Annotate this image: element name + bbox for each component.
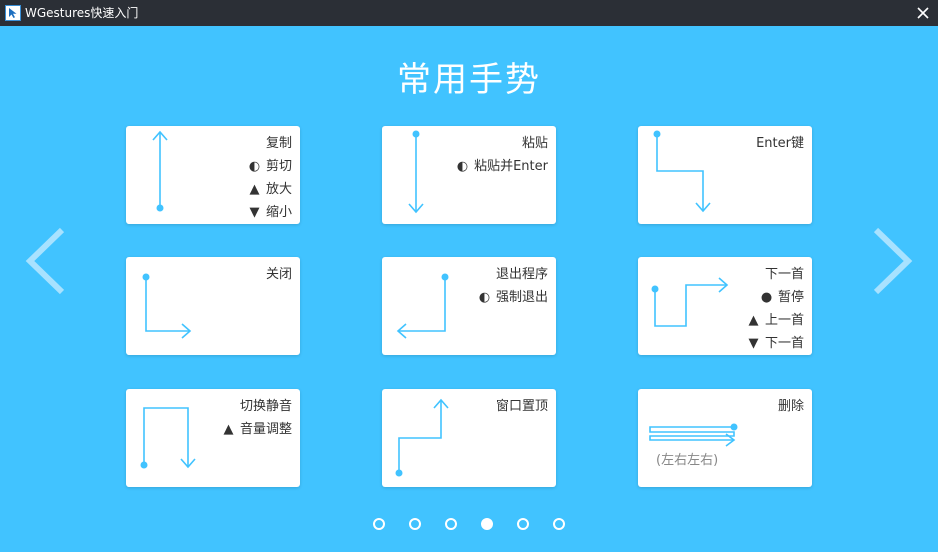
filled-circle-icon: ● xyxy=(760,290,773,305)
gesture-card-delete[interactable]: 删除 (左右左右) xyxy=(638,389,812,487)
label-line: ▲ 放大 xyxy=(247,178,292,201)
gesture-labels: 复制 ◐ 剪切 ▲ 放大 ▼ 缩小 xyxy=(247,132,292,224)
label-line: 关闭 xyxy=(265,267,292,282)
gesture-card-enter[interactable]: Enter键 xyxy=(638,126,812,224)
half-circle-icon: ◐ xyxy=(478,290,491,305)
label-line: ▲ 上一首 xyxy=(746,309,804,332)
page-dot-6[interactable] xyxy=(553,518,565,530)
label-line: 删除 xyxy=(777,399,804,414)
triangle-down-icon: ▼ xyxy=(249,205,260,220)
triangle-up-icon: ▲ xyxy=(748,313,759,328)
half-circle-icon: ◐ xyxy=(456,159,469,174)
gesture-labels: 下一首 ● 暂停 ▲ 上一首 ▼ 下一首 xyxy=(746,263,804,355)
triangle-down-icon: ▼ xyxy=(748,336,759,351)
wgestures-app-icon xyxy=(5,5,21,21)
page-dot-4[interactable] xyxy=(481,518,493,530)
label-line: 切换静音 xyxy=(239,399,292,414)
triangle-up-icon: ▲ xyxy=(249,182,260,197)
pagination xyxy=(0,518,938,530)
title-bar: WGestures快速入门 xyxy=(0,0,938,26)
page-heading: 常用手势 xyxy=(397,60,541,100)
gesture-labels: 关闭 xyxy=(266,263,292,286)
half-circle-icon: ◐ xyxy=(248,159,261,174)
triangle-up-icon: ▲ xyxy=(223,422,234,437)
label-line: ◐ 剪切 xyxy=(247,155,292,178)
gesture-note: (左右左右) xyxy=(656,453,719,468)
gesture-labels: 窗口置顶 xyxy=(496,395,548,418)
label-line: ◐ 粘贴并Enter xyxy=(455,155,548,178)
gesture-card-toggle-mute[interactable]: 切换静音 ▲ 音量调整 xyxy=(126,389,300,487)
label-line: 下一首 xyxy=(764,267,804,282)
window-title: WGestures快速入门 xyxy=(25,6,139,20)
page-dot-5[interactable] xyxy=(517,518,529,530)
label-line: 粘贴 xyxy=(521,136,548,151)
gesture-card-close[interactable]: 关闭 xyxy=(126,257,300,355)
gesture-card-exit-program[interactable]: 退出程序 ◐ 强制退出 xyxy=(382,257,556,355)
label-line: 退出程序 xyxy=(495,267,548,282)
label-line: ▼ 下一首 xyxy=(746,332,804,355)
gesture-card-paste[interactable]: 粘贴 ◐ 粘贴并Enter xyxy=(382,126,556,224)
label-line: 窗口置顶 xyxy=(495,399,548,414)
page-dot-2[interactable] xyxy=(409,518,421,530)
label-line: ◐ 强制退出 xyxy=(477,286,548,309)
label-line: ● 暂停 xyxy=(746,286,804,309)
chevron-right-icon[interactable] xyxy=(872,226,916,296)
gesture-labels: 粘贴 ◐ 粘贴并Enter xyxy=(455,132,548,178)
label-line: ▲ 音量调整 xyxy=(221,418,292,441)
label-line: 复制 xyxy=(265,136,292,151)
close-icon xyxy=(917,7,929,19)
label-line: ▼ 缩小 xyxy=(247,201,292,224)
gesture-card-window-on-top[interactable]: 窗口置顶 xyxy=(382,389,556,487)
page-dot-3[interactable] xyxy=(445,518,457,530)
close-button[interactable] xyxy=(908,0,938,26)
gesture-card-next-track[interactable]: 下一首 ● 暂停 ▲ 上一首 ▼ 下一首 xyxy=(638,257,812,355)
gesture-card-copy[interactable]: 复制 ◐ 剪切 ▲ 放大 ▼ 缩小 xyxy=(126,126,300,224)
gesture-labels: 删除 xyxy=(778,395,804,418)
chevron-left-icon[interactable] xyxy=(22,226,66,296)
label-line: Enter键 xyxy=(756,136,804,151)
page-dot-1[interactable] xyxy=(373,518,385,530)
gesture-labels: Enter键 xyxy=(756,132,804,155)
gesture-labels: 切换静音 ▲ 音量调整 xyxy=(221,395,292,441)
gesture-labels: 退出程序 ◐ 强制退出 xyxy=(477,263,548,309)
